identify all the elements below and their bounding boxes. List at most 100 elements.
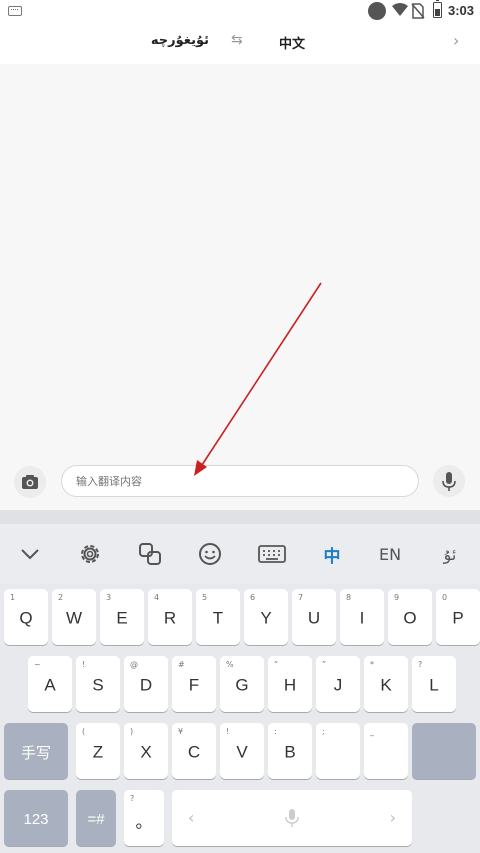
numbers-button[interactable]: 123	[4, 790, 68, 846]
key-label: G	[235, 675, 249, 695]
handwrite-button[interactable]: 手写	[4, 723, 68, 779]
key-r[interactable]: 4R	[148, 589, 192, 645]
key-s[interactable]: ! S	[76, 656, 120, 712]
voice-input-button[interactable]	[433, 465, 465, 497]
key-a[interactable]: ~ A	[28, 656, 72, 712]
clipboard-translate-button[interactable]	[126, 524, 174, 584]
key-label: B	[284, 742, 296, 762]
key-label: S	[92, 675, 104, 695]
key-hint-label: 2	[58, 593, 64, 602]
key-q[interactable]: 1Q	[4, 589, 48, 645]
key-extra-6[interactable]: _	[364, 723, 408, 779]
key-w[interactable]: 2W	[52, 589, 96, 645]
key-hint-label: ?	[418, 660, 423, 669]
camera-button[interactable]	[14, 466, 46, 498]
battery-icon	[433, 0, 442, 18]
emoji-button[interactable]	[186, 524, 234, 584]
key-hint-label: ¥	[178, 727, 184, 736]
key-hint-label: ”	[322, 660, 327, 669]
key-label: =#	[87, 810, 105, 828]
key-label: P	[452, 608, 464, 628]
keyboard-toolbar: 中 EN ئۇ	[0, 524, 480, 584]
keyboard-top-strip	[0, 510, 480, 524]
key-hint-label: *	[370, 660, 374, 669]
key-g[interactable]: % G	[220, 656, 264, 712]
key-l[interactable]: ? L	[412, 656, 456, 712]
gear-icon	[81, 545, 99, 563]
key-label: 。	[135, 812, 153, 832]
key-extra-5[interactable]: ;	[316, 723, 360, 779]
key-label: 123	[23, 810, 49, 828]
key-hint-label: (	[82, 727, 86, 736]
chevron-down-icon	[21, 549, 39, 560]
collapse-keyboard-button[interactable]	[6, 524, 54, 584]
key-h[interactable]: “H	[268, 656, 312, 712]
key-hint-label: “	[274, 660, 279, 669]
key-v[interactable]: ! V	[220, 723, 264, 779]
key-i[interactable]: 8I	[340, 589, 384, 645]
key-hint-label: :	[274, 727, 277, 736]
microphone-icon	[285, 809, 299, 827]
key-z[interactable]: (Z	[76, 723, 120, 779]
key-label: Z	[92, 742, 104, 762]
key-f[interactable]: # F	[172, 656, 216, 712]
chevron-right-icon: ›	[389, 808, 396, 827]
key-c[interactable]: ¥ C	[172, 723, 216, 779]
key-hint-label: 6	[250, 593, 256, 602]
key-y[interactable]: 6Y	[244, 589, 288, 645]
keyboard-layout-button[interactable]	[248, 524, 296, 584]
translate-input[interactable]	[61, 465, 419, 497]
no-sim-icon	[411, 3, 425, 19]
smiley-icon	[199, 543, 221, 565]
target-language-button[interactable]: 中文	[262, 33, 322, 52]
key-hint-label: ~	[34, 660, 41, 669]
swap-languages-icon[interactable]: ⇆	[231, 32, 243, 48]
key-j[interactable]: ” J	[316, 656, 360, 712]
key-u[interactable]: 7U	[292, 589, 336, 645]
keyboard-indicator-icon	[8, 6, 22, 16]
english-mode-label: EN	[378, 544, 402, 564]
key-hint-label: 4	[154, 593, 160, 602]
english-mode-button[interactable]: EN	[366, 524, 414, 584]
key-o[interactable]: 9O	[388, 589, 432, 645]
key-hint-label: ;	[322, 727, 325, 736]
space-bar[interactable]: ‹ ›	[172, 790, 412, 846]
key-e[interactable]: 3E	[100, 589, 144, 645]
backspace-button[interactable]	[412, 723, 476, 779]
language-bar: ئۇيغۇرچە ⇆ 中文 ›	[0, 22, 480, 64]
key-p[interactable]: 0P	[436, 589, 480, 645]
key-hint-label: #	[178, 660, 185, 669]
key-label: X	[140, 742, 152, 762]
uyghur-mode-button[interactable]: ئۇ	[426, 524, 474, 584]
key-label: R	[163, 608, 177, 628]
chevron-right-icon[interactable]: ›	[453, 31, 459, 50]
symbols-button[interactable]: =#	[76, 790, 116, 846]
key-label: K	[380, 675, 392, 695]
keyboard-settings-button[interactable]	[66, 524, 114, 584]
uyghur-mode-label: ئۇ	[443, 544, 457, 564]
clock: 3:03	[448, 3, 475, 18]
key-t[interactable]: 5T	[196, 589, 240, 645]
chinese-mode-button[interactable]: 中	[308, 524, 356, 584]
key-hint-label: ?	[130, 794, 135, 803]
key-label: L	[429, 675, 439, 695]
period-key[interactable]: ?。	[124, 790, 164, 846]
key-x[interactable]: ) X	[124, 723, 168, 779]
translation-result-area	[0, 64, 480, 454]
key-label: T	[212, 608, 224, 628]
key-label: U	[307, 608, 321, 628]
key-b[interactable]: :B	[268, 723, 312, 779]
source-language-button[interactable]: ئۇيغۇرچە	[130, 33, 230, 48]
key-d[interactable]: @ D	[124, 656, 168, 712]
key-hint-label: )	[130, 727, 134, 736]
key-hint-label: 9	[394, 593, 400, 602]
key-hint-label: 5	[202, 593, 208, 602]
key-hint-label: 8	[346, 593, 352, 602]
key-label: D	[139, 675, 153, 695]
key-hint-label: 7	[298, 593, 304, 602]
key-label: Y	[260, 608, 272, 628]
key-hint-label: 0	[442, 593, 448, 602]
key-hint-label: %	[226, 660, 234, 669]
key-hint-label: _	[370, 727, 374, 736]
key-k[interactable]: * K	[364, 656, 408, 712]
